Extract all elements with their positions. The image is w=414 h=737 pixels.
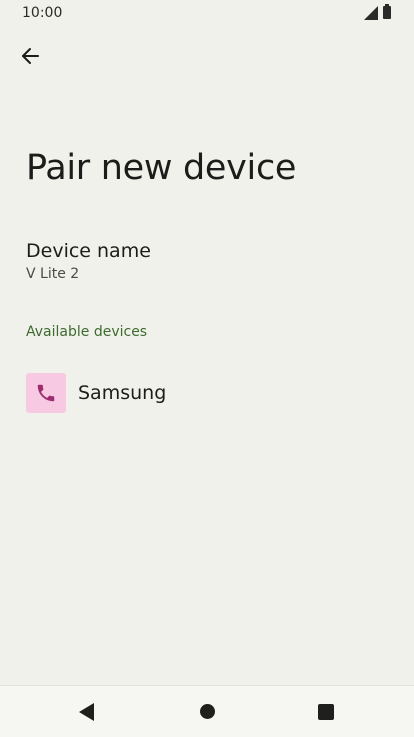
device-name-label: Device name (26, 240, 151, 262)
status-time: 10:00 (22, 5, 63, 21)
device-item-label: Samsung (78, 382, 167, 404)
navigation-bar (0, 685, 414, 737)
arrow-back-icon (22, 48, 39, 64)
device-icon-tile (26, 373, 66, 413)
nav-back-icon[interactable] (79, 703, 94, 721)
page-title: Pair new device (26, 148, 297, 188)
device-item-samsung[interactable]: Samsung (0, 370, 414, 418)
back-button[interactable] (12, 38, 48, 74)
phone-icon (37, 384, 55, 402)
device-name-row[interactable]: Device name V Lite 2 (26, 240, 386, 282)
cell-signal-icon (364, 6, 378, 20)
nav-recents-icon[interactable] (318, 704, 334, 720)
nav-home-icon[interactable] (200, 704, 215, 719)
available-devices-header: Available devices (26, 324, 148, 340)
battery-icon (383, 4, 391, 19)
device-name-value: V Lite 2 (26, 266, 80, 282)
status-bar: 10:00 (0, 0, 414, 28)
